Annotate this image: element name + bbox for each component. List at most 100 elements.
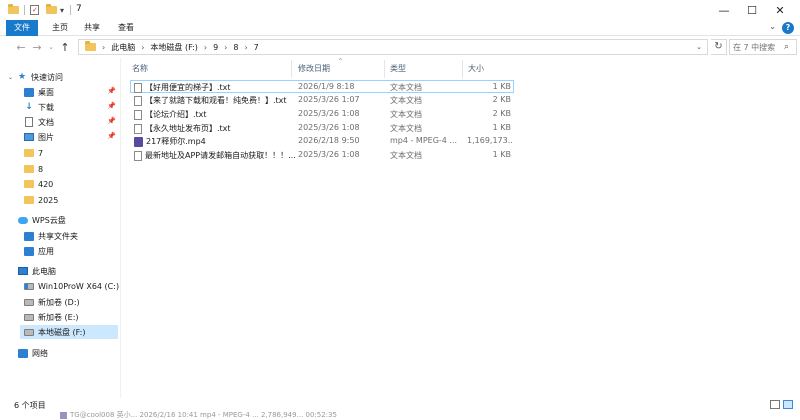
folder-icon <box>85 41 96 51</box>
sidebar-item-label: 2025 <box>38 195 59 205</box>
column-resizer[interactable] <box>384 60 385 78</box>
item-count: 6 个项目 <box>14 401 46 410</box>
download-icon: ↓ <box>25 102 33 112</box>
sidebar-item-this-pc[interactable]: 此电脑 <box>18 264 118 278</box>
chevron-right-icon[interactable]: › <box>244 43 247 52</box>
sidebar-item-drive-c[interactable]: Win10ProW X64 (C:) <box>24 279 120 293</box>
drive-icon <box>24 297 34 307</box>
breadcrumb-8[interactable]: 8 <box>233 43 238 52</box>
back-button[interactable]: ← <box>14 39 28 55</box>
details-view-button[interactable] <box>770 400 780 409</box>
close-button[interactable]: ✕ <box>760 0 800 20</box>
sidebar-item-downloads[interactable]: ↓ 下载 📌 <box>24 100 120 114</box>
column-resizer[interactable] <box>462 60 463 78</box>
file-date: 2025/3/26 1:08 <box>298 150 360 159</box>
close-icon: ✕ <box>775 3 785 17</box>
tab-home[interactable]: 主页 <box>50 20 70 36</box>
sidebar-item-folder-2025[interactable]: 2025 <box>24 193 120 207</box>
sidebar-item-desktop[interactable]: 桌面 📌 <box>24 85 120 99</box>
pane-divider[interactable] <box>120 58 121 398</box>
forward-button[interactable]: → <box>30 39 44 55</box>
chevron-right-icon[interactable]: › <box>141 43 144 52</box>
sidebar-item-label: 共享文件夹 <box>38 231 78 241</box>
table-row[interactable]: 217释师尔.mp4 2026/2/18 9:50 mp4 - MPEG-4 .… <box>130 135 514 148</box>
background-file-row: TG@cool008 英小... 2026/2/16 10:41 mp4 - M… <box>60 410 337 420</box>
table-row[interactable]: 【好用便宜的梯子】.txt 2026/1/9 8:18 文本文档 1 KB <box>130 80 514 93</box>
table-row[interactable]: 【永久地址发布页】.txt 2025/3/26 1:08 文本文档 1 KB <box>130 122 514 135</box>
file-name: 最新地址及APP请发邮箱自动获取！！！... <box>145 151 296 160</box>
file-date: 2026/1/9 8:18 <box>298 82 355 91</box>
sidebar-item-label: 新加卷 (E:) <box>38 312 79 322</box>
minimize-icon: — <box>718 3 730 17</box>
sidebar-item-label: 420 <box>38 179 54 189</box>
large-icons-view-button[interactable] <box>783 400 793 409</box>
sidebar-item-drive-e[interactable]: 新加卷 (E:) <box>24 310 120 324</box>
shared-folder-icon <box>24 231 34 241</box>
search-box[interactable]: ⌕ <box>729 39 797 55</box>
tab-view[interactable]: 查看 <box>116 20 136 36</box>
text-file-icon <box>134 109 142 120</box>
sidebar-item-label: 本地磁盘 (F:) <box>38 327 86 337</box>
navigation-bar: ← → ⌄ ↑ › 此电脑 › 本地磁盘 (F:) › 9 › 8 › 7 ⌄ … <box>0 37 800 57</box>
folder-icon <box>24 179 34 189</box>
sidebar-item-apps[interactable]: 应用 <box>24 244 120 258</box>
file-type: 文本文档 <box>390 96 422 105</box>
sidebar-item-drive-f[interactable]: 本地磁盘 (F:) <box>20 325 118 339</box>
sidebar-item-label: 快速访问 <box>31 72 64 82</box>
properties-button[interactable]: ✓ <box>30 3 39 17</box>
breadcrumb-drive-f[interactable]: 本地磁盘 (F:) <box>150 42 197 53</box>
column-resizer[interactable] <box>291 60 292 78</box>
search-icon: ⌕ <box>784 42 790 52</box>
sidebar-item-label: 文档 <box>38 117 54 127</box>
sidebar-item-network[interactable]: 网络 <box>18 346 118 360</box>
breadcrumb-9[interactable]: 9 <box>213 43 218 52</box>
chevron-down-icon: ⌄ <box>8 73 14 81</box>
table-row[interactable]: 【论坛介绍】.txt 2025/3/26 1:08 文本文档 2 KB <box>130 108 514 121</box>
new-folder-icon <box>46 4 57 14</box>
chevron-right-icon: › <box>102 42 106 52</box>
sidebar-item-folder-420[interactable]: 420 <box>24 177 120 191</box>
properties-icon: ✓ <box>30 5 39 15</box>
video-file-icon <box>134 136 143 147</box>
chevron-right-icon[interactable]: › <box>204 43 207 52</box>
sidebar-item-quick-access[interactable]: ⌄ ★ 快速访问 <box>8 70 126 84</box>
file-date: 2026/2/18 9:50 <box>298 136 360 145</box>
sidebar-item-pictures[interactable]: 图片 📌 <box>24 130 120 144</box>
refresh-button[interactable]: ↻ <box>711 39 727 55</box>
sidebar-item-documents[interactable]: 文档 📌 <box>24 115 120 129</box>
tab-file[interactable]: 文件 <box>6 20 38 36</box>
new-folder-button[interactable] <box>46 3 57 17</box>
customize-quick-access-button[interactable]: ▾ <box>60 3 64 17</box>
breadcrumb-7[interactable]: 7 <box>254 43 259 52</box>
address-bar[interactable]: › 此电脑 › 本地磁盘 (F:) › 9 › 8 › 7 ⌄ <box>78 39 708 55</box>
column-header-name[interactable]: 名称 <box>132 62 148 76</box>
table-row[interactable]: 【来了就踏下载和观看！纯免费！】.txt 2025/3/26 1:07 文本文档… <box>130 94 514 107</box>
recent-locations-button[interactable]: ⌄ <box>44 39 58 55</box>
up-button[interactable]: ↑ <box>58 39 72 55</box>
picture-icon <box>24 132 34 142</box>
sidebar-item-drive-d[interactable]: 新加卷 (D:) <box>24 295 120 309</box>
file-name: 【来了就踏下载和观看！纯免费！】.txt <box>145 96 287 105</box>
ribbon-tabs: 文件 主页 共享 查看 ⌄ ? <box>0 20 800 36</box>
sidebar-item-shared-folder[interactable]: 共享文件夹 <box>24 229 120 243</box>
file-name: 【好用便宜的梯子】.txt <box>145 83 231 92</box>
desktop-icon <box>24 87 34 97</box>
search-input[interactable] <box>730 42 784 52</box>
breadcrumb-this-pc[interactable]: 此电脑 <box>111 42 135 53</box>
file-date: 2025/3/26 1:08 <box>298 123 360 132</box>
table-row[interactable]: 最新地址及APP请发邮箱自动获取！！！... 2025/3/26 1:08 文本… <box>130 149 514 162</box>
column-header-type[interactable]: 类型 <box>390 62 406 76</box>
expand-ribbon-button[interactable]: ⌄ <box>769 22 776 31</box>
arrow-up-icon: ↑ <box>60 40 70 54</box>
file-type: 文本文档 <box>390 124 422 133</box>
column-header-size[interactable]: 大小 <box>468 62 484 76</box>
column-header-date[interactable]: 修改日期 <box>298 62 330 76</box>
sidebar-item-folder-8[interactable]: 8 <box>24 162 120 176</box>
sidebar-item-wps-cloud[interactable]: WPS云盘 <box>18 213 118 227</box>
help-button[interactable]: ? <box>782 22 794 34</box>
sidebar-item-folder-7[interactable]: 7 <box>24 146 120 160</box>
chevron-right-icon[interactable]: › <box>224 43 227 52</box>
address-dropdown-button[interactable]: ⌄ <box>693 40 705 54</box>
tab-share[interactable]: 共享 <box>82 20 102 36</box>
file-type: 文本文档 <box>390 110 422 119</box>
